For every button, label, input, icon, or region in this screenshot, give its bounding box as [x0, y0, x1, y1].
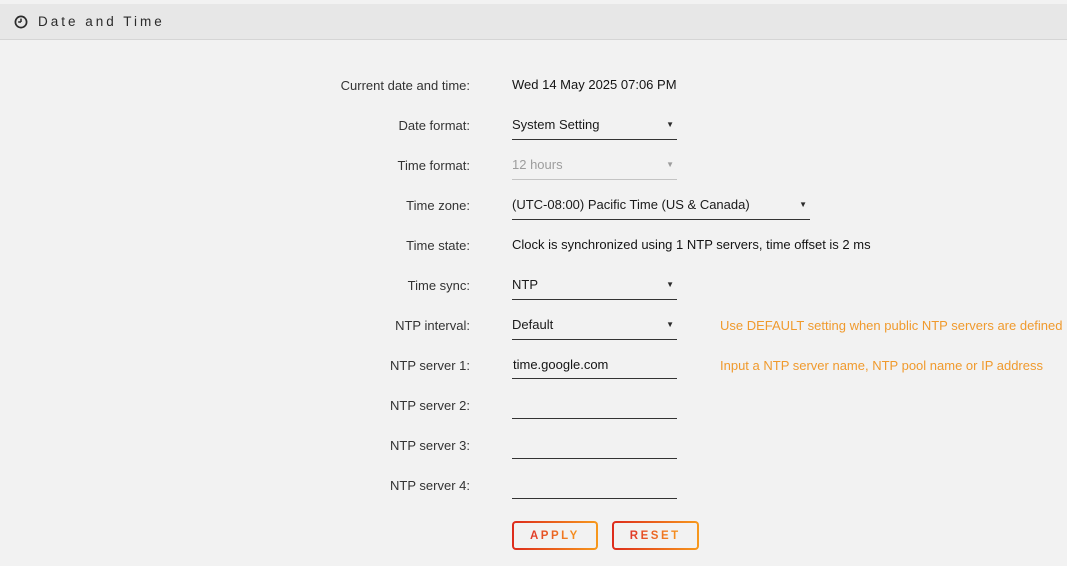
date-format-value: System Setting — [512, 117, 599, 132]
button-row: APPLY RESET — [512, 521, 1067, 550]
page-title: Date and Time — [38, 14, 165, 29]
chevron-down-icon: ▼ — [666, 281, 674, 289]
ntp-server-2-input[interactable] — [512, 391, 677, 419]
row-time-sync: Time sync: NTP ▼ — [0, 265, 1067, 305]
clock-icon — [14, 15, 28, 29]
time-zone-value: (UTC-08:00) Pacific Time (US & Canada) — [512, 197, 750, 212]
apply-button-label: APPLY — [530, 530, 580, 542]
row-ntp-server-2: NTP server 2: — [0, 385, 1067, 425]
time-zone-label: Time zone: — [0, 198, 470, 213]
time-sync-select[interactable]: NTP ▼ — [512, 271, 677, 300]
ntp-server-1-input[interactable] — [512, 351, 677, 379]
row-ntp-interval: NTP interval: Default ▼ Use DEFAULT sett… — [0, 305, 1067, 345]
chevron-down-icon: ▼ — [666, 321, 674, 329]
ntp-server-4-label: NTP server 4: — [0, 478, 470, 493]
ntp-server-3-label: NTP server 3: — [0, 438, 470, 453]
time-state-label: Time state: — [0, 238, 470, 253]
ntp-server-2-label: NTP server 2: — [0, 398, 470, 413]
reset-button-label: RESET — [630, 530, 681, 542]
current-date-time-value: Wed 14 May 2025 07:06 PM — [512, 77, 677, 92]
ntp-interval-hint: Use DEFAULT setting when public NTP serv… — [720, 318, 1063, 333]
ntp-server-3-input[interactable] — [512, 431, 677, 459]
row-time-zone: Time zone: (UTC-08:00) Pacific Time (US … — [0, 185, 1067, 225]
date-format-label: Date format: — [0, 118, 470, 133]
row-time-state: Time state: Clock is synchronized using … — [0, 225, 1067, 265]
row-date-format: Date format: System Setting ▼ — [0, 105, 1067, 145]
chevron-down-icon: ▼ — [666, 161, 674, 169]
ntp-interval-label: NTP interval: — [0, 318, 470, 333]
ntp-server-4-input[interactable] — [512, 471, 677, 499]
section-header: Date and Time — [0, 4, 1067, 40]
row-ntp-server-4: NTP server 4: — [0, 465, 1067, 505]
time-state-value: Clock is synchronized using 1 NTP server… — [512, 237, 871, 252]
date-time-form: Current date and time: Wed 14 May 2025 0… — [0, 40, 1067, 550]
date-format-select[interactable]: System Setting ▼ — [512, 111, 677, 140]
reset-button[interactable]: RESET — [612, 521, 699, 550]
time-format-value: 12 hours — [512, 157, 563, 172]
time-format-select: 12 hours ▼ — [512, 151, 677, 180]
current-date-time-label: Current date and time: — [0, 78, 470, 93]
chevron-down-icon: ▼ — [799, 201, 807, 209]
row-time-format: Time format: 12 hours ▼ — [0, 145, 1067, 185]
apply-button[interactable]: APPLY — [512, 521, 598, 550]
ntp-server-1-hint: Input a NTP server name, NTP pool name o… — [720, 358, 1043, 373]
row-ntp-server-3: NTP server 3: — [0, 425, 1067, 465]
ntp-server-1-label: NTP server 1: — [0, 358, 470, 373]
ntp-interval-value: Default — [512, 317, 553, 332]
ntp-interval-select[interactable]: Default ▼ — [512, 311, 677, 340]
row-ntp-server-1: NTP server 1: Input a NTP server name, N… — [0, 345, 1067, 385]
time-sync-value: NTP — [512, 277, 538, 292]
time-format-label: Time format: — [0, 158, 470, 173]
row-current-date-time: Current date and time: Wed 14 May 2025 0… — [0, 65, 1067, 105]
time-zone-select[interactable]: (UTC-08:00) Pacific Time (US & Canada) ▼ — [512, 191, 810, 220]
time-sync-label: Time sync: — [0, 278, 470, 293]
chevron-down-icon: ▼ — [666, 121, 674, 129]
